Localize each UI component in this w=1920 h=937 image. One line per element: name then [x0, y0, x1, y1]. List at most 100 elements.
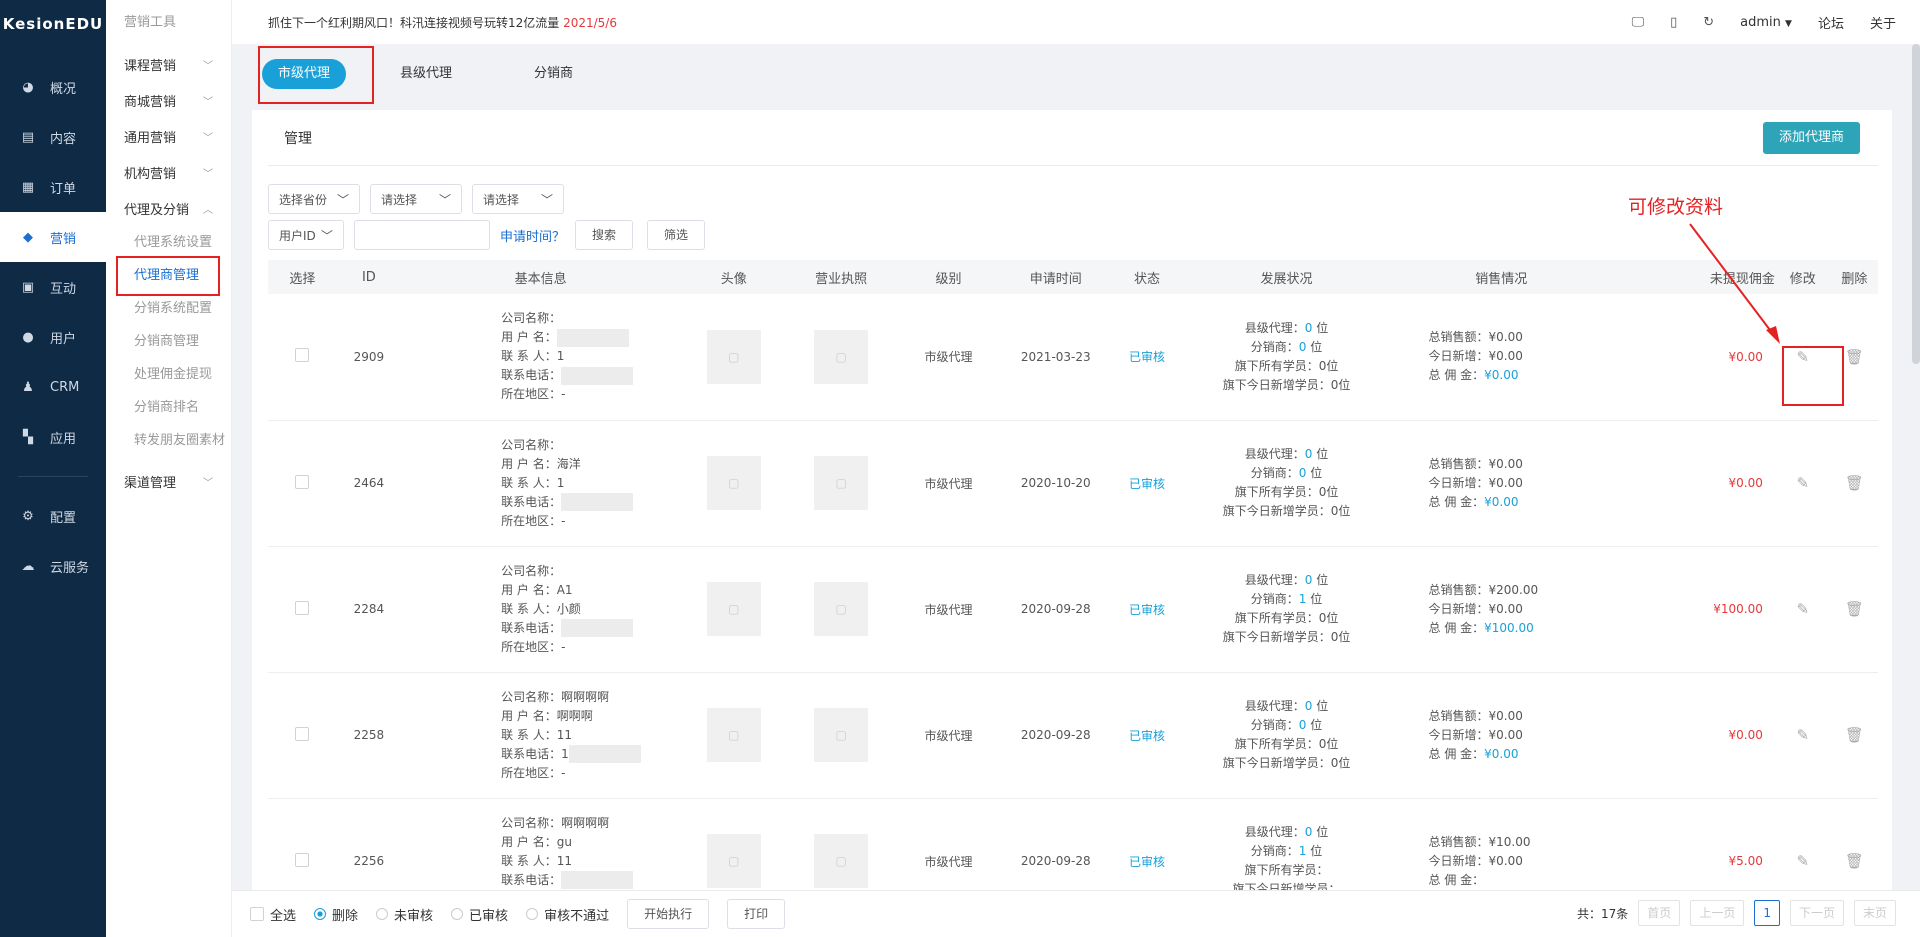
row-checkbox[interactable] — [295, 600, 310, 615]
about-link[interactable]: 关于 — [1870, 13, 1896, 32]
nav-item-content[interactable]: ▤ 内容 — [0, 112, 106, 162]
tab-distributor[interactable]: 分销商 — [518, 59, 589, 89]
row-license: ▢ — [787, 420, 895, 547]
trash-icon[interactable]: 🗑 — [1845, 600, 1864, 618]
edit-icon[interactable]: ✎ — [1797, 726, 1810, 744]
nav-item-overview[interactable]: ◕ 概况 — [0, 62, 106, 112]
tab-county-agent[interactable]: 县级代理 — [384, 59, 468, 89]
row-checkbox[interactable] — [295, 852, 310, 867]
user-menu[interactable]: admin ▼ — [1740, 15, 1792, 30]
image-placeholder-icon[interactable]: ▢ — [706, 708, 761, 762]
desktop-icon[interactable]: 🖵 — [1632, 15, 1645, 30]
refresh-icon[interactable]: ↻ — [1703, 15, 1714, 30]
row-level: 市级代理 — [894, 546, 1003, 673]
row-status[interactable]: 已审核 — [1109, 672, 1185, 799]
image-placeholder-icon[interactable]: ▢ — [706, 582, 761, 636]
col-id: ID — [336, 260, 402, 294]
submenu-group-agent[interactable]: 代理及分销 ︿ — [106, 190, 231, 226]
edit-icon[interactable]: ✎ — [1797, 852, 1810, 870]
image-placeholder-icon[interactable]: ▢ — [814, 329, 869, 384]
row-basic-info: 公司名称：啊啊啊啊 用 户 名：啊啊啊 联 系 人：11 联系电话：1 所在地区… — [401, 672, 681, 799]
image-placeholder-icon[interactable]: ▢ — [814, 708, 869, 762]
row-status[interactable]: 已审核 — [1109, 546, 1185, 673]
submenu-item-agent-settings[interactable]: 代理系统设置 — [106, 226, 231, 259]
submenu-group-channel[interactable]: 渠道管理 ﹀ — [106, 463, 231, 499]
nav-item-settings[interactable]: ⚙ 配置 — [0, 491, 106, 541]
row-apply-date: 2020-09-28 — [1002, 546, 1110, 673]
submenu-item-commission-withdraw[interactable]: 处理佣金提现 — [106, 358, 231, 391]
image-placeholder-icon[interactable]: ▢ — [706, 329, 761, 384]
highlight-box-edit — [1782, 346, 1844, 406]
add-agent-button[interactable]: 添加代理商 — [1762, 121, 1860, 154]
image-placeholder-icon[interactable]: ▢ — [706, 456, 761, 510]
nav-item-crm[interactable]: ♟ CRM — [0, 362, 106, 412]
table-row: 2464 公司名称： 用 户 名：海洋 联 系 人：1 联系电话： 所在地区：-… — [268, 420, 1878, 547]
submenu-item-distributor-rank[interactable]: 分销商排名 — [106, 391, 231, 424]
nav-item-user[interactable]: ● 用户 — [0, 312, 106, 362]
submenu-group-mall[interactable]: 商城营销 ﹀ — [106, 82, 231, 118]
county-select[interactable]: 请选择 ﹀ — [472, 184, 564, 214]
submenu-item-moments-material[interactable]: 转发朋友圈素材 — [106, 424, 231, 457]
image-placeholder-icon[interactable]: ▢ — [706, 834, 761, 888]
city-select[interactable]: 请选择 ﹀ — [370, 184, 462, 214]
apply-time-link[interactable]: 申请时间？ — [500, 226, 565, 245]
radio-unreviewed[interactable]: 未审核 — [376, 905, 433, 924]
submenu-item-distribution-config[interactable]: 分销系统配置 — [106, 292, 231, 325]
row-development: 县级代理：0 位 分销商：1 位 旗下所有学员： 旗下今日新增学员： — [1184, 798, 1389, 890]
image-placeholder-icon[interactable]: ▢ — [814, 834, 869, 888]
search-input[interactable] — [354, 220, 490, 250]
row-delete-cell: 🗑 — [1830, 546, 1878, 673]
nav-divider — [18, 476, 88, 477]
chat-icon: ▣ — [21, 279, 35, 295]
logo[interactable]: KesionEDU — [0, 0, 106, 48]
first-page-button[interactable]: 首页 — [1638, 900, 1681, 926]
mobile-icon[interactable]: ▯ — [1670, 15, 1677, 30]
bottom-action-bar: 全选 删除 未审核 已审核 审核不通过 开始执行 打印 共：17条 首页 上一页… — [232, 890, 1920, 937]
row-status[interactable]: 已审核 — [1109, 420, 1185, 547]
row-avatar: ▢ — [680, 420, 788, 547]
last-page-button[interactable]: 末页 — [1853, 900, 1896, 926]
edit-icon[interactable]: ✎ — [1797, 474, 1810, 492]
row-basic-info: 公司名称： 用 户 名： 联 系 人：1 联系电话： 所在地区：- — [401, 294, 681, 421]
row-status[interactable]: 已审核 — [1109, 294, 1185, 421]
scrollbar[interactable] — [1912, 44, 1920, 364]
row-checkbox[interactable] — [295, 348, 310, 363]
row-checkbox[interactable] — [295, 474, 310, 489]
row-checkbox[interactable] — [295, 726, 310, 741]
nav-item-apps[interactable]: ▚ 应用 — [0, 412, 106, 462]
submenu-item-distributor-manage[interactable]: 分销商管理 — [106, 325, 231, 358]
row-apply-date: 2020-09-28 — [1002, 672, 1110, 799]
trash-icon[interactable]: 🗑 — [1845, 474, 1864, 492]
forum-link[interactable]: 论坛 — [1818, 13, 1844, 32]
execute-button[interactable]: 开始执行 — [627, 899, 710, 929]
settings-icon: ⚙ — [22, 508, 34, 524]
select-all-checkbox[interactable]: 全选 — [250, 905, 296, 924]
page-1-button[interactable]: 1 — [1754, 900, 1780, 926]
province-select[interactable]: 选择省份 ﹀ — [268, 184, 360, 214]
search-button[interactable]: 搜索 — [575, 220, 634, 250]
row-status[interactable]: 已审核 — [1109, 798, 1185, 890]
nav-item-cloud[interactable]: ☁ 云服务 — [0, 541, 106, 591]
filter-button[interactable]: 筛选 — [647, 220, 706, 250]
trash-icon[interactable]: 🗑 — [1845, 726, 1864, 744]
submenu-group-general[interactable]: 通用营销 ﹀ — [106, 118, 231, 154]
edit-icon[interactable]: ✎ — [1797, 600, 1810, 618]
search-field-select[interactable]: 用户ID ﹀ — [268, 220, 344, 250]
next-page-button[interactable]: 下一页 — [1789, 900, 1844, 926]
submenu-group-org[interactable]: 机构营销 ﹀ — [106, 154, 231, 190]
trash-icon[interactable]: 🗑 — [1845, 852, 1864, 870]
submenu-group-course[interactable]: 课程营销 ﹀ — [106, 46, 231, 82]
nav-item-marketing[interactable]: ◆ 营销 — [0, 212, 106, 262]
row-sales: 总销售额：¥0.00 今日新增：¥0.00 总 佣 金：¥0.00 — [1388, 672, 1614, 799]
radio-delete[interactable]: 删除 — [314, 905, 358, 924]
nav-item-order[interactable]: ▦ 订单 — [0, 162, 106, 212]
radio-rejected[interactable]: 审核不通过 — [526, 905, 609, 924]
prev-page-button[interactable]: 上一页 — [1690, 900, 1745, 926]
image-placeholder-icon[interactable]: ▢ — [814, 456, 869, 510]
print-button[interactable]: 打印 — [727, 899, 786, 929]
radio-reviewed[interactable]: 已审核 — [451, 905, 508, 924]
image-placeholder-icon[interactable]: ▢ — [814, 582, 869, 636]
nav-item-interaction[interactable]: ▣ 互动 — [0, 262, 106, 312]
trash-icon[interactable]: 🗑 — [1845, 348, 1864, 366]
notice-text[interactable]: 抓住下一个红利期风口！科汛连接视频号玩转12亿流量 2021/5/6 — [268, 14, 617, 31]
